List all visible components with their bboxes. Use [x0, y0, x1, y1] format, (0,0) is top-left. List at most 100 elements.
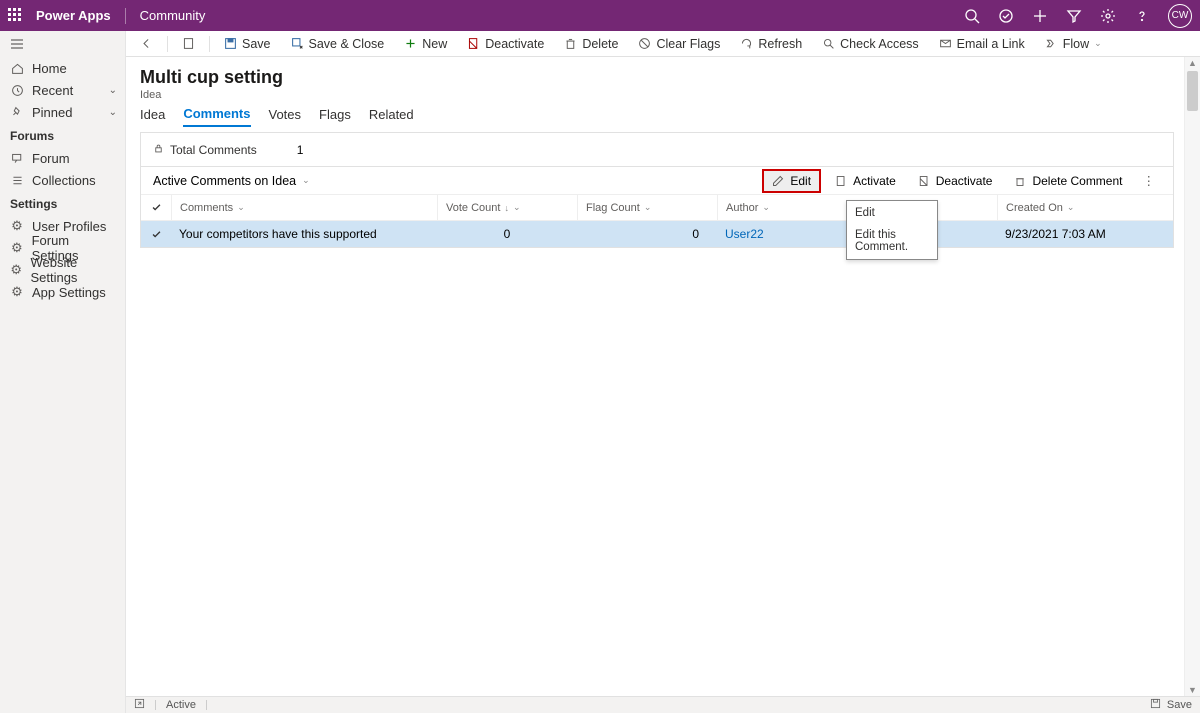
cmd-label: Deactivate: [485, 37, 544, 51]
expand-icon[interactable]: [134, 698, 145, 712]
nav-recent[interactable]: Recent ⌄: [0, 79, 125, 101]
select-all-checkbox[interactable]: [141, 195, 171, 220]
nav-label: Pinned: [32, 105, 72, 120]
nav-pinned[interactable]: Pinned⌄: [0, 101, 125, 123]
save-close-button[interactable]: Save & Close: [283, 31, 393, 56]
nav-label: Recent: [32, 83, 73, 98]
separator: [206, 700, 207, 710]
edit-tooltip: Edit Edit this Comment.: [846, 200, 938, 260]
lock-icon: [153, 143, 164, 157]
save-button[interactable]: Save: [216, 31, 279, 56]
task-icon[interactable]: [998, 8, 1014, 24]
nav-group-forums: Forums: [0, 123, 125, 147]
nav-group-settings: Settings: [0, 191, 125, 215]
delete-comment-button[interactable]: Delete Comment: [1006, 171, 1130, 191]
tab-idea[interactable]: Idea: [140, 103, 165, 126]
clear-flags-button[interactable]: Clear Flags: [630, 31, 728, 56]
add-icon[interactable]: [1032, 8, 1048, 24]
more-actions-button[interactable]: ⋮: [1137, 173, 1162, 188]
row-checkbox[interactable]: [141, 229, 171, 240]
tab-flags[interactable]: Flags: [319, 103, 351, 126]
col-vote-count[interactable]: Vote Count↓⌄: [437, 195, 577, 220]
tab-related[interactable]: Related: [369, 103, 414, 126]
page-title: Multi cup setting: [140, 67, 1186, 88]
cmd-label: Save: [242, 37, 271, 51]
left-nav: Home Recent ⌄ Pinned⌄ Forums Forum Collec…: [0, 31, 126, 713]
tab-votes[interactable]: Votes: [269, 103, 302, 126]
search-icon[interactable]: [964, 8, 980, 24]
nav-label: App Settings: [32, 285, 106, 300]
action-label: Edit: [790, 174, 811, 188]
form-tabs: Idea Comments Votes Flags Related: [126, 100, 1200, 128]
total-comments-value: 1: [297, 143, 304, 157]
action-label: Deactivate: [936, 174, 993, 188]
context-label[interactable]: Community: [140, 8, 206, 23]
app-launcher-icon[interactable]: [8, 8, 24, 24]
delete-button[interactable]: Delete: [556, 31, 626, 56]
cell-flag: 0: [577, 227, 717, 241]
cmd-label: Email a Link: [957, 37, 1025, 51]
cell-comment: Your competitors have this supported: [171, 227, 437, 241]
save-footer-label[interactable]: Save: [1167, 699, 1192, 711]
chevron-down-icon: ⌄: [644, 202, 652, 213]
chevron-down-icon: ⌄: [237, 202, 245, 213]
email-link-button[interactable]: Email a Link: [931, 31, 1033, 56]
col-label: Vote Count: [446, 202, 500, 214]
scroll-thumb[interactable]: [1187, 71, 1198, 111]
nav-home[interactable]: Home: [0, 57, 125, 79]
cmd-label: Refresh: [758, 37, 802, 51]
page-header: Multi cup setting Idea: [126, 57, 1200, 101]
nav-website-settings[interactable]: ⚙Website Settings: [0, 259, 125, 281]
separator: [209, 36, 210, 52]
cmd-label: Delete: [582, 37, 618, 51]
new-button[interactable]: New: [396, 31, 455, 56]
pin-icon: [10, 106, 24, 119]
help-icon[interactable]: [1134, 8, 1150, 24]
panel-summary: Total Comments 1: [141, 133, 1173, 167]
back-button[interactable]: [132, 31, 161, 56]
table-row[interactable]: Your competitors have this supported 0 0…: [141, 221, 1173, 247]
form-selector[interactable]: [174, 31, 203, 56]
cell-created: 9/23/2021 7:03 AM: [997, 227, 1173, 241]
col-flag-count[interactable]: Flag Count ⌄: [577, 195, 717, 220]
filter-icon[interactable]: [1066, 8, 1082, 24]
status-bar: Active Save: [126, 696, 1200, 713]
deactivate-button[interactable]: Deactivate: [459, 31, 552, 56]
chevron-down-icon: ⌄: [1094, 38, 1102, 49]
nav-toggle[interactable]: [0, 31, 125, 57]
nav-forum[interactable]: Forum: [0, 147, 125, 169]
view-selector[interactable]: Active Comments on Idea ⌄: [153, 174, 310, 188]
cell-vote: 0: [437, 227, 577, 241]
list-icon: [10, 174, 24, 187]
scroll-down-icon[interactable]: ▼: [1185, 685, 1200, 695]
separator: [155, 700, 156, 710]
refresh-button[interactable]: Refresh: [732, 31, 810, 56]
user-avatar[interactable]: CW: [1168, 4, 1192, 28]
nav-label: Website Settings: [30, 255, 117, 285]
cmd-label: Check Access: [840, 37, 919, 51]
nav-label: Forum: [32, 151, 70, 166]
nav-collections[interactable]: Collections: [0, 169, 125, 191]
save-footer-icon[interactable]: [1150, 698, 1161, 712]
scroll-up-icon[interactable]: ▲: [1185, 58, 1200, 68]
edit-button[interactable]: Edit: [762, 169, 821, 193]
activate-button[interactable]: Activate: [827, 171, 904, 191]
deactivate-row-button[interactable]: Deactivate: [910, 171, 1001, 191]
comments-panel: Total Comments 1 Active Comments on Idea…: [140, 132, 1174, 248]
check-access-button[interactable]: Check Access: [814, 31, 927, 56]
tab-comments[interactable]: Comments: [183, 102, 250, 127]
col-label: Flag Count: [586, 202, 640, 214]
status-state: Active: [166, 699, 196, 711]
cmd-label: Save & Close: [309, 37, 385, 51]
col-comments[interactable]: Comments⌄: [171, 195, 437, 220]
chevron-down-icon: ⌄: [109, 85, 117, 96]
flow-button[interactable]: Flow⌄: [1037, 31, 1110, 56]
global-header: Power Apps Community CW: [0, 0, 1200, 31]
col-created-on[interactable]: Created On⌄: [997, 195, 1173, 220]
chevron-down-icon: ⌄: [302, 175, 310, 186]
tooltip-title: Edit: [855, 207, 929, 219]
grid-header: Comments⌄ Vote Count↓⌄ Flag Count⌄ Autho…: [141, 195, 1173, 221]
vertical-scrollbar[interactable]: ▲ ▼: [1184, 57, 1200, 696]
clock-icon: [10, 84, 24, 97]
settings-icon[interactable]: [1100, 8, 1116, 24]
